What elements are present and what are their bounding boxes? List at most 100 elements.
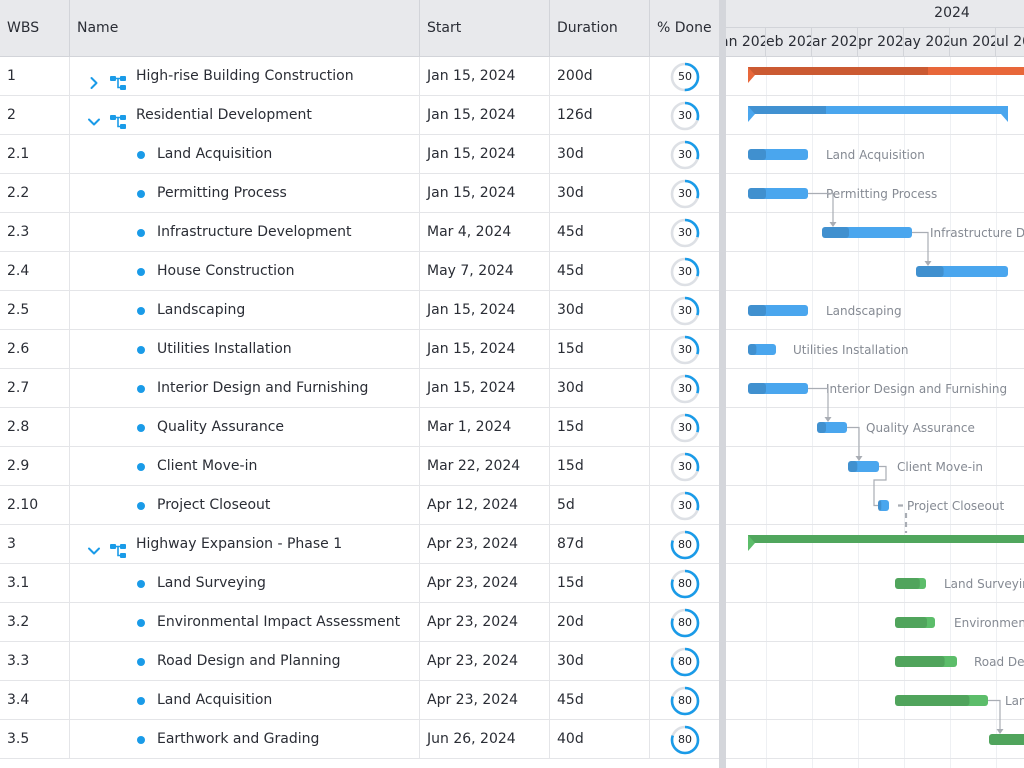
name-cell[interactable]: Land Surveying bbox=[70, 564, 420, 602]
percent-value: 30 bbox=[678, 499, 692, 512]
percent-done-cell: 80 bbox=[650, 681, 719, 719]
chevron-down-icon[interactable] bbox=[86, 536, 102, 555]
dependency-line bbox=[912, 231, 929, 264]
percent-done-cell: 80 bbox=[650, 642, 719, 680]
bullet-dot-icon bbox=[137, 619, 145, 627]
table-row[interactable]: 2.2 Permitting Process Jan 15, 2024 30d … bbox=[0, 174, 719, 213]
percent-value: 50 bbox=[678, 70, 692, 83]
task-bar-label: Project Closeout bbox=[907, 499, 1005, 513]
bullet-dot-icon bbox=[137, 385, 145, 393]
table-row[interactable]: 3.2 Environmental Impact Assessment Apr … bbox=[0, 603, 719, 642]
name-cell[interactable]: Road Design and Planning bbox=[70, 642, 420, 680]
table-row[interactable]: 3.1 Land Surveying Apr 23, 2024 15d 80 bbox=[0, 564, 719, 603]
dependency-arrow bbox=[924, 261, 932, 266]
bullet-dot-icon bbox=[137, 229, 145, 237]
bullet-dot-icon bbox=[137, 190, 145, 198]
duration-cell: 5d bbox=[550, 486, 650, 524]
duration-cell: 20d bbox=[550, 603, 650, 641]
wbs-cell: 2.4 bbox=[0, 252, 70, 290]
task-bar-progress bbox=[748, 149, 766, 160]
table-row[interactable]: 2.4 House Construction May 7, 2024 45d 3… bbox=[0, 252, 719, 291]
start-cell: Apr 12, 2024 bbox=[420, 486, 550, 524]
duration-cell: 126d bbox=[550, 96, 650, 134]
task-name: Project Closeout bbox=[157, 497, 271, 513]
task-bar-progress bbox=[748, 383, 766, 394]
task-bar-progress bbox=[748, 188, 766, 199]
name-cell[interactable]: Client Move-in bbox=[70, 447, 420, 485]
name-cell[interactable]: Landscaping bbox=[70, 291, 420, 329]
table-row[interactable]: 2 Residential Development Jan 15, 2024 1… bbox=[0, 96, 719, 135]
start-cell: Jan 15, 2024 bbox=[420, 96, 550, 134]
wbs-cell: 2 bbox=[0, 96, 70, 134]
name-cell[interactable]: Permitting Process bbox=[70, 174, 420, 212]
name-cell[interactable]: Earthwork and Grading bbox=[70, 720, 420, 758]
duration-cell: 15d bbox=[550, 330, 650, 368]
table-row[interactable]: 2.1 Land Acquisition Jan 15, 2024 30d 30 bbox=[0, 135, 719, 174]
table-row[interactable]: 2.3 Infrastructure Development Mar 4, 20… bbox=[0, 213, 719, 252]
percent-value: 80 bbox=[678, 616, 692, 629]
name-cell[interactable]: House Construction bbox=[70, 252, 420, 290]
percent-done-cell: 80 bbox=[650, 603, 719, 641]
summary-bar-project-1[interactable] bbox=[748, 67, 1024, 83]
name-cell[interactable]: Land Acquisition bbox=[70, 135, 420, 173]
task-name: Client Move-in bbox=[157, 458, 258, 474]
start-cell: Jan 15, 2024 bbox=[420, 330, 550, 368]
name-cell[interactable]: Utilities Installation bbox=[70, 330, 420, 368]
wbs-cell: 2.9 bbox=[0, 447, 70, 485]
column-header-name[interactable]: Name bbox=[70, 0, 420, 56]
table-row[interactable]: 3.4 Land Acquisition Apr 23, 2024 45d 80 bbox=[0, 681, 719, 720]
chevron-right-icon[interactable] bbox=[86, 68, 102, 89]
column-header-duration[interactable]: Duration bbox=[550, 0, 650, 56]
table-row[interactable]: 3 Highway Expansion - Phase 1 Apr 23, 20… bbox=[0, 525, 719, 564]
table-row[interactable]: 1 High-rise Building Construction Jan 15… bbox=[0, 57, 719, 96]
percent-done-cell: 30 bbox=[650, 291, 719, 329]
duration-cell: 45d bbox=[550, 213, 650, 251]
percent-done-cell: 30 bbox=[650, 174, 719, 212]
task-bar-progress bbox=[895, 617, 927, 628]
task-bar-progress bbox=[878, 500, 882, 511]
name-cell[interactable]: Land Acquisition bbox=[70, 681, 420, 719]
name-cell[interactable]: Interior Design and Furnishing bbox=[70, 369, 420, 407]
table-row[interactable]: 2.8 Quality Assurance Mar 1, 2024 15d 30 bbox=[0, 408, 719, 447]
name-cell[interactable]: High-rise Building Construction bbox=[70, 57, 420, 95]
table-row[interactable]: 3.5 Earthwork and Grading Jun 26, 2024 4… bbox=[0, 720, 719, 759]
timeline-month: ar 2024 bbox=[812, 28, 858, 56]
timeline-year: 2024 bbox=[726, 0, 1024, 28]
name-cell[interactable]: Residential Development bbox=[70, 96, 420, 134]
percent-value: 30 bbox=[678, 382, 692, 395]
summary-bar-project-3[interactable] bbox=[748, 535, 1024, 551]
grid-body: 1 High-rise Building Construction Jan 15… bbox=[0, 57, 719, 759]
chevron-down-icon[interactable] bbox=[86, 107, 102, 126]
timeline-month: an 2024 bbox=[726, 28, 766, 56]
wbs-cell: 3.1 bbox=[0, 564, 70, 602]
column-header-wbs[interactable]: WBS bbox=[0, 0, 70, 56]
start-cell: Mar 1, 2024 bbox=[420, 408, 550, 446]
percent-value: 30 bbox=[678, 343, 692, 356]
summary-bar-project-2[interactable] bbox=[748, 106, 1008, 122]
table-row[interactable]: 2.9 Client Move-in Mar 22, 2024 15d 30 bbox=[0, 447, 719, 486]
name-cell[interactable]: Environmental Impact Assessment bbox=[70, 603, 420, 641]
bullet-dot-icon bbox=[137, 463, 145, 471]
percent-done-cell: 30 bbox=[650, 252, 719, 290]
table-row[interactable]: 2.7 Interior Design and Furnishing Jan 1… bbox=[0, 369, 719, 408]
timeline-body: Land Acquisition Permitting Process Infras… bbox=[726, 57, 1024, 768]
name-cell[interactable]: Highway Expansion - Phase 1 bbox=[70, 525, 420, 563]
name-cell[interactable]: Project Closeout bbox=[70, 486, 420, 524]
dependency-line bbox=[808, 387, 829, 420]
percent-done-cell: 30 bbox=[650, 369, 719, 407]
start-cell: Mar 22, 2024 bbox=[420, 447, 550, 485]
table-row[interactable]: 2.10 Project Closeout Apr 12, 2024 5d 30 bbox=[0, 486, 719, 525]
column-header-start[interactable]: Start bbox=[420, 0, 550, 56]
table-row[interactable]: 3.3 Road Design and Planning Apr 23, 202… bbox=[0, 642, 719, 681]
table-row[interactable]: 2.5 Landscaping Jan 15, 2024 30d 30 bbox=[0, 291, 719, 330]
duration-cell: 15d bbox=[550, 564, 650, 602]
percent-value: 80 bbox=[678, 577, 692, 590]
task-bar-label: Permitting Process bbox=[826, 187, 937, 201]
table-row[interactable]: 2.6 Utilities Installation Jan 15, 2024 … bbox=[0, 330, 719, 369]
splitter[interactable] bbox=[719, 0, 726, 768]
task-name: Land Acquisition bbox=[157, 146, 273, 162]
column-header-percent-done[interactable]: % Done bbox=[650, 0, 719, 56]
name-cell[interactable]: Quality Assurance bbox=[70, 408, 420, 446]
name-cell[interactable]: Infrastructure Development bbox=[70, 213, 420, 251]
percent-done-cell: 30 bbox=[650, 135, 719, 173]
